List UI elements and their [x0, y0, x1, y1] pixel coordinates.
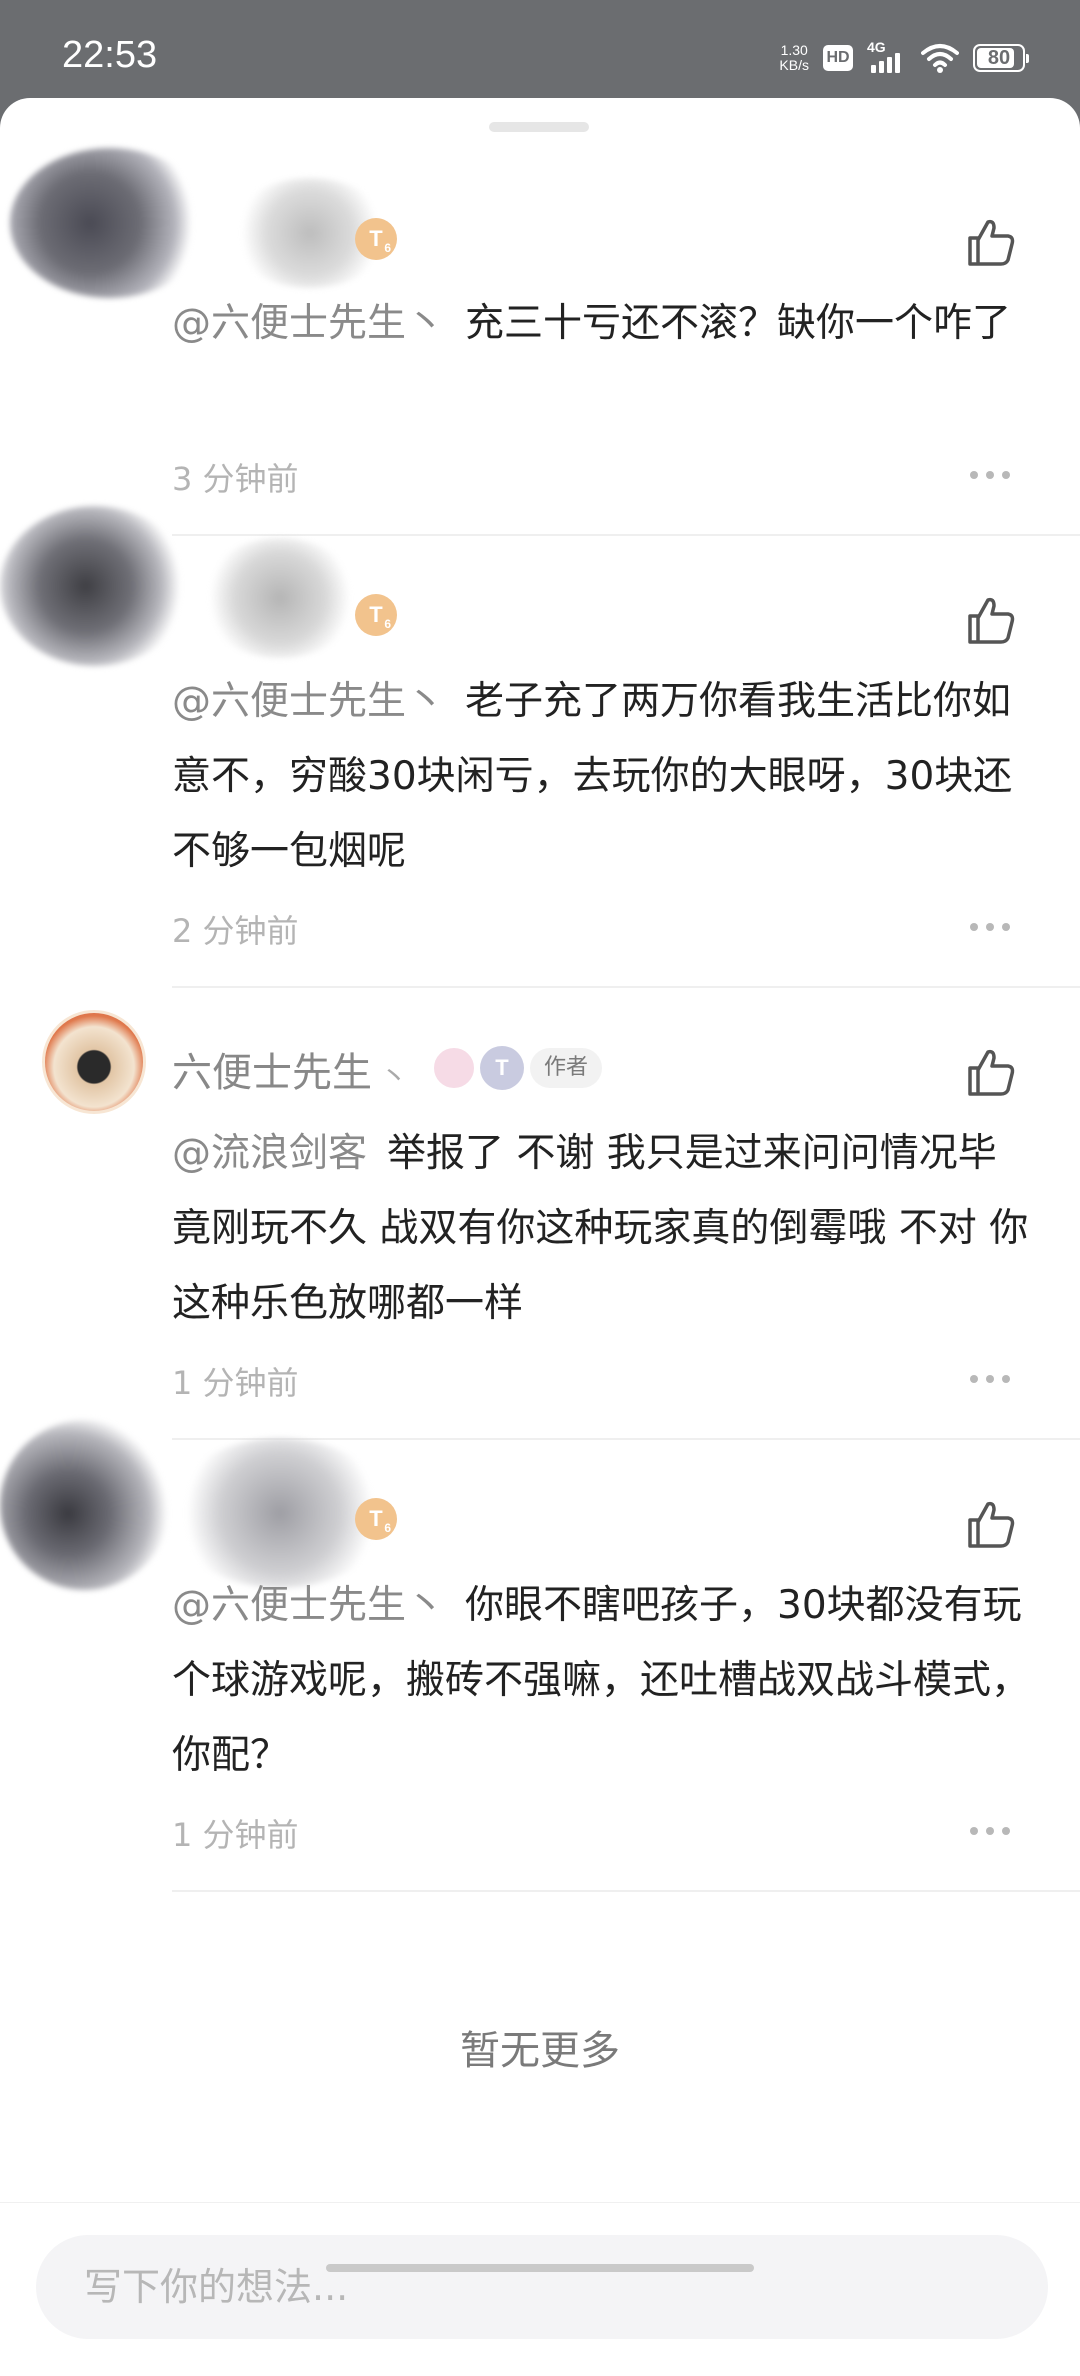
thumbs-up-icon[interactable] [964, 594, 1018, 648]
no-more-label: 暂无更多 [460, 2028, 620, 2074]
comment-text: 充三十亏还不滚？缺你一个咋了 [465, 301, 1012, 346]
more-dots-icon[interactable] [970, 922, 1010, 932]
name-suffix-icon: 丶 [380, 1060, 409, 1093]
status-bar: 22:53 1.30 KB/s HD 4G 80 [0, 0, 1080, 100]
mention-link[interactable]: @六便士先生丶 [172, 301, 445, 346]
comment-input[interactable] [36, 2235, 1048, 2339]
more-dots-icon[interactable] [970, 1374, 1010, 1384]
home-indicator[interactable] [326, 2264, 754, 2272]
divider [172, 1890, 1080, 1892]
network-speed: 1.30 KB/s [779, 43, 809, 73]
comment-time: 1 分钟前 [172, 1364, 299, 1402]
mention-link[interactable]: @六便士先生丶 [172, 679, 445, 724]
avatar[interactable] [0, 506, 190, 666]
divider [172, 986, 1080, 988]
hd-icon: HD [823, 45, 853, 71]
battery-icon: 80 [973, 44, 1029, 72]
thumbs-up-icon[interactable] [964, 216, 1018, 270]
comment-time: 3 分钟前 [172, 460, 299, 498]
network-speed-unit: KB/s [779, 57, 809, 73]
level-badge: T6 [355, 594, 397, 636]
avatar[interactable] [0, 1420, 170, 1590]
network-type-label: 4G [867, 39, 886, 55]
comment-body: @流浪剑客 举报了 不谢 我只是过来问问情况毕竟刚玩不久 战双有你这种玩家真的倒霉… [172, 1116, 1032, 1341]
sheet-grab-handle[interactable] [489, 122, 589, 132]
avatar[interactable] [10, 148, 210, 298]
comment-time: 2 分钟前 [172, 912, 299, 950]
more-dots-icon[interactable] [970, 470, 1010, 480]
comment-body: @六便士先生丶 老子充了两万你看我生活比你如意不，穷酸30块闲亏，去玩你的大眼呀，… [172, 664, 1032, 889]
comment-sheet: T6 @六便士先生丶 充三十亏还不滚？缺你一个咋了 3 分钟前 T6 @六便士先生… [0, 98, 1080, 2376]
level-badge: T6 [355, 218, 397, 260]
author-name-text: 六便士先生 [172, 1050, 372, 1096]
comment-body: @六便士先生丶 充三十亏还不滚？缺你一个咋了 [172, 286, 1032, 361]
badge-avatar [432, 1046, 476, 1090]
author-tag: 作者 [530, 1048, 603, 1088]
username-obscured [200, 538, 360, 658]
battery-level: 80 [987, 46, 1011, 69]
avatar[interactable] [42, 1010, 146, 1114]
comment-composer-bar [0, 2202, 1080, 2376]
status-icons: 1.30 KB/s HD 4G 80 [779, 36, 1029, 80]
comment-time: 1 分钟前 [172, 1816, 299, 1854]
mention-link[interactable]: @六便士先生丶 [172, 1583, 445, 1628]
network-speed-value: 1.30 [780, 42, 808, 58]
status-time: 22:53 [62, 34, 158, 76]
cellular-signal-icon: 4G [867, 39, 907, 73]
comment-body: @六便士先生丶 你眼不瞎吧孩子，30块都没有玩个球游戏呢，搬砖不强嘛，还吐槽战双战… [172, 1568, 1032, 1793]
thumbs-up-icon[interactable] [964, 1046, 1018, 1100]
more-dots-icon[interactable] [970, 1826, 1010, 1836]
level-badge: T [480, 1046, 524, 1090]
wifi-icon [921, 44, 959, 73]
thumbs-up-icon[interactable] [964, 1498, 1018, 1552]
level-badge: T6 [355, 1498, 397, 1540]
divider [172, 534, 1080, 536]
author-name[interactable]: 六便士先生丶 [172, 1040, 408, 1098]
mention-link[interactable]: @流浪剑客 [172, 1131, 367, 1176]
